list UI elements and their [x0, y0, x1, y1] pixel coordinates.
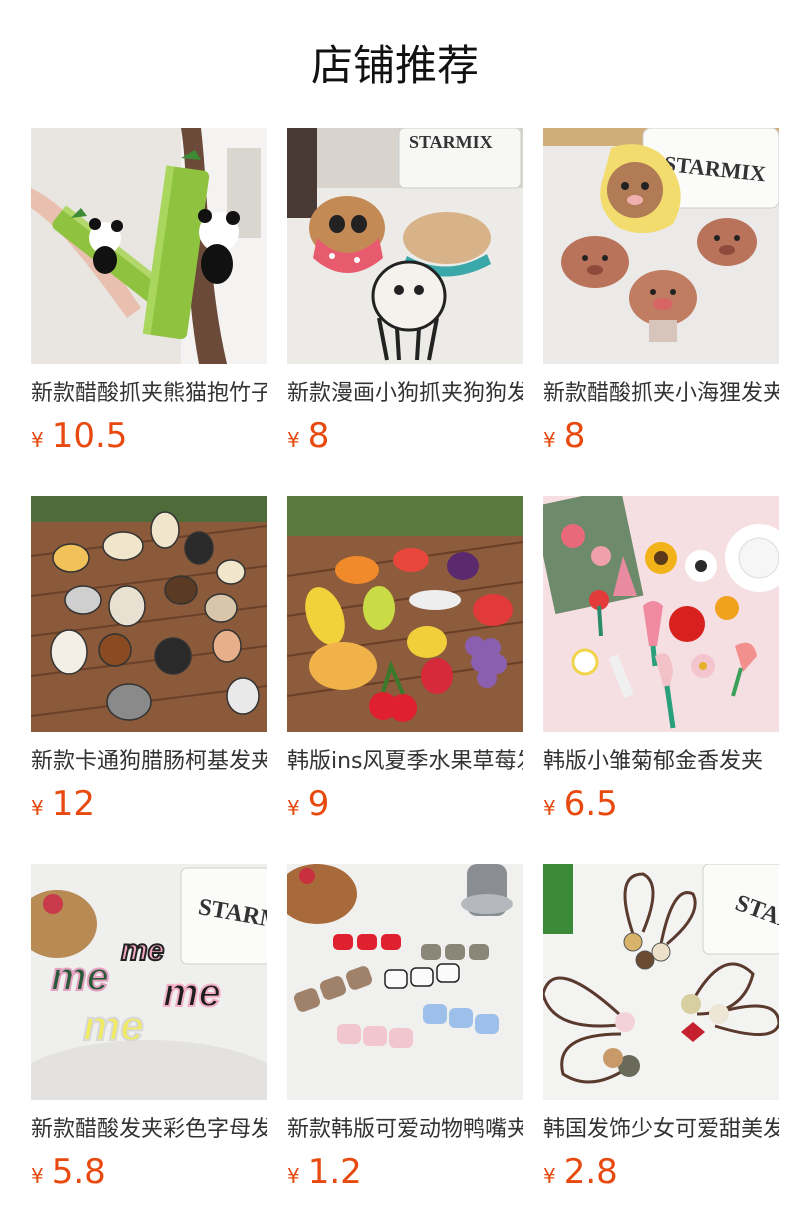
product-card[interactable]: STARMIX me me me me 新款醋酸发夹彩色字母发夹 ¥ 5.8: [31, 864, 267, 1192]
currency-symbol: ¥: [543, 796, 556, 820]
cartoon-dog-hair-clips-photo: [31, 496, 267, 732]
daisy-tulip-hair-clips-photo: [543, 496, 779, 732]
page-title: 店铺推荐: [310, 41, 479, 90]
product-title[interactable]: 新款卡通狗腊肠柯基发夹: [31, 746, 267, 778]
letter-clip-text: me: [163, 971, 221, 1015]
product-price: ¥ 2.8: [543, 1152, 618, 1196]
currency-symbol: ¥: [31, 428, 44, 452]
price-amount: 9: [307, 784, 330, 824]
product-title[interactable]: 韩版ins风夏季水果草莓发夹: [287, 746, 523, 778]
product-card[interactable]: 韩版小雏菊郁金香发夹 ¥ 6.5: [543, 496, 779, 824]
price-amount: 12: [51, 784, 95, 824]
beaver-claw-clip-photo: STARMIX: [543, 128, 779, 364]
product-image[interactable]: STARMIX me me me me: [31, 864, 267, 1100]
product-price: ¥ 5.8: [31, 1152, 106, 1196]
cartoon-dog-claw-clip-photo: STARMIX: [287, 128, 523, 364]
product-price: ¥ 9: [287, 784, 329, 828]
product-card[interactable]: 新款卡通狗腊肠柯基发夹 ¥ 12: [31, 496, 267, 824]
currency-symbol: ¥: [31, 1164, 44, 1188]
fruit-hair-clips-photo: [287, 496, 523, 732]
price-amount: 2.8: [563, 1152, 618, 1192]
product-price: ¥ 8: [543, 416, 585, 460]
letter-clip-text: me: [83, 1002, 144, 1049]
price-amount: 1.2: [307, 1152, 362, 1192]
product-card[interactable]: STARMIX 新款醋酸抓夹小海狸发夹 ¥ 8: [543, 128, 779, 456]
panda-bamboo-claw-clip-photo: [31, 128, 267, 364]
product-image[interactable]: [287, 496, 523, 732]
product-image[interactable]: [31, 496, 267, 732]
product-card[interactable]: 新款醋酸抓夹熊猫抱竹子发夹 ¥ 10.5: [31, 128, 267, 456]
letter-clip-text: me: [121, 934, 164, 967]
product-price: ¥ 8: [287, 416, 329, 460]
product-card[interactable]: 新款韩版可爱动物鸭嘴夹 ¥ 1.2: [287, 864, 523, 1192]
price-amount: 8: [307, 416, 330, 456]
cat-hair-clips-photo: [287, 864, 523, 1100]
currency-symbol: ¥: [287, 796, 300, 820]
product-price: ¥ 6.5: [543, 784, 618, 828]
product-title[interactable]: 新款醋酸抓夹熊猫抱竹子发夹: [31, 378, 267, 410]
price-amount: 8: [563, 416, 586, 456]
product-image[interactable]: [31, 128, 267, 364]
currency-symbol: ¥: [543, 428, 556, 452]
product-title[interactable]: 新款醋酸抓夹小海狸发夹: [543, 378, 779, 410]
product-card[interactable]: 韩版ins风夏季水果草莓发夹 ¥ 9: [287, 496, 523, 824]
product-image[interactable]: STARMIX: [287, 128, 523, 364]
price-amount: 5.8: [51, 1152, 106, 1192]
product-price: ¥ 12: [31, 784, 95, 828]
product-title[interactable]: 新款韩版可爱动物鸭嘴夹: [287, 1114, 523, 1146]
letter-hair-clips-photo: STARMIX me me me me: [31, 864, 267, 1100]
brand-text: STARMIX: [409, 132, 493, 152]
product-title[interactable]: 新款醋酸发夹彩色字母发夹: [31, 1114, 267, 1146]
product-image[interactable]: [287, 864, 523, 1100]
product-title[interactable]: 新款漫画小狗抓夹狗狗发夹: [287, 378, 523, 410]
product-image[interactable]: STARMIX: [543, 128, 779, 364]
price-amount: 6.5: [563, 784, 618, 824]
currency-symbol: ¥: [287, 1164, 300, 1188]
product-grid: 新款醋酸抓夹熊猫抱竹子发夹 ¥ 10.5 STARMIX: [31, 128, 779, 1192]
product-title[interactable]: 韩国发饰少女可爱甜美发绳: [543, 1114, 779, 1146]
product-title[interactable]: 韩版小雏菊郁金香发夹: [543, 746, 779, 778]
letter-clip-text: me: [51, 955, 109, 999]
product-price: ¥ 1.2: [287, 1152, 362, 1196]
product-image[interactable]: [543, 496, 779, 732]
currency-symbol: ¥: [543, 1164, 556, 1188]
currency-symbol: ¥: [287, 428, 300, 452]
product-card[interactable]: STARMIX 韩国发饰少女可爱甜美发 ¥ 2.8: [543, 864, 779, 1192]
price-amount: 10.5: [51, 416, 128, 456]
hair-ties-photo: STARMIX: [543, 864, 779, 1100]
product-price: ¥ 10.5: [31, 416, 127, 460]
product-card[interactable]: STARMIX 新款漫画小狗抓夹狗狗发夹 ¥ 8: [287, 128, 523, 456]
product-image[interactable]: STARMIX: [543, 864, 779, 1100]
currency-symbol: ¥: [31, 796, 44, 820]
